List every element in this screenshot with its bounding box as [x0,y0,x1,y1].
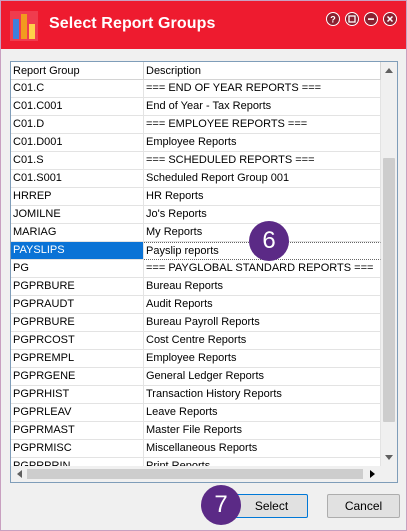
list-header: Report Group Description [11,62,381,80]
table-row[interactable]: PG === PAYGLOBAL STANDARD REPORTS === [11,260,381,278]
select-button[interactable]: Select [235,494,308,518]
horizontal-scroll-thumb[interactable] [27,469,363,479]
description-cell[interactable]: === END OF YEAR REPORTS === [144,80,381,98]
description-cell[interactable]: Cost Centre Reports [144,332,381,350]
description-cell[interactable]: Miscellaneous Reports [144,440,381,458]
description-cell[interactable]: === EMPLOYEE REPORTS === [144,116,381,134]
report-group-cell[interactable]: HRREP [11,188,144,206]
report-group-cell[interactable]: MARIAG [11,224,144,242]
step-7-callout: 7 [201,485,241,525]
report-group-cell[interactable]: C01.S [11,152,144,170]
report-group-cell[interactable]: PGPRAUDT [11,296,144,314]
bar-chart-icon [10,11,38,41]
table-row-selected[interactable]: PAYSLIPS Payslip reports [11,242,381,260]
description-cell[interactable]: Scheduled Report Group 001 [144,170,381,188]
table-row[interactable]: PGPRCOST Cost Centre Reports [11,332,381,350]
report-group-cell[interactable]: PG [11,260,144,278]
column-header-description[interactable]: Description [144,62,381,80]
report-group-cell[interactable]: PGPRPRIN [11,458,144,466]
table-row[interactable]: PGPREMPL Employee Reports [11,350,381,368]
report-group-cell[interactable]: PGPRMISC [11,440,144,458]
report-group-cell[interactable]: PGPREMPL [11,350,144,368]
step-6-callout: 6 [249,221,289,261]
report-group-cell[interactable]: C01.S001 [11,170,144,188]
description-cell[interactable]: HR Reports [144,188,381,206]
report-group-cell[interactable]: PGPRLEAV [11,404,144,422]
table-row[interactable]: C01.C === END OF YEAR REPORTS === [11,80,381,98]
select-report-groups-dialog: Select Report Groups ? Report Group Desc… [0,0,407,531]
report-group-cell[interactable]: PAYSLIPS [11,242,144,260]
table-row[interactable]: JOMILNE Jo's Reports [11,206,381,224]
report-group-cell[interactable]: C01.C001 [11,98,144,116]
minimize-icon[interactable] [364,12,378,26]
table-row[interactable]: PGPRHIST Transaction History Reports [11,386,381,404]
report-group-cell[interactable]: PGPRGENE [11,368,144,386]
close-icon[interactable] [383,12,397,26]
description-cell[interactable]: === SCHEDULED REPORTS === [144,152,381,170]
report-group-cell[interactable]: PGPRMAST [11,422,144,440]
description-cell[interactable]: End of Year - Tax Reports [144,98,381,116]
report-group-cell[interactable]: PGPRBURE [11,278,144,296]
description-cell[interactable]: Bureau Payroll Reports [144,314,381,332]
report-group-cell[interactable]: C01.D001 [11,134,144,152]
table-row[interactable]: C01.C001 End of Year - Tax Reports [11,98,381,116]
table-row[interactable]: MARIAG My Reports [11,224,381,242]
title-bar[interactable]: Select Report Groups ? [1,1,406,49]
table-row[interactable]: PGPRMISC Miscellaneous Reports [11,440,381,458]
scroll-left-icon[interactable] [11,466,27,482]
description-cell[interactable]: Transaction History Reports [144,386,381,404]
report-group-cell[interactable]: PGPRBURE [11,314,144,332]
report-group-list[interactable]: Report Group Description C01.C === END OF… [10,61,398,483]
scroll-up-icon[interactable] [381,62,397,78]
report-group-cell[interactable]: JOMILNE [11,206,144,224]
description-cell[interactable]: Bureau Reports [144,278,381,296]
vertical-scrollbar[interactable] [381,62,397,466]
list-rows: C01.C === END OF YEAR REPORTS === C01.C001… [11,80,381,466]
vertical-scroll-thumb[interactable] [383,158,395,422]
table-row[interactable]: C01.D === EMPLOYEE REPORTS === [11,116,381,134]
help-icon[interactable]: ? [326,12,340,26]
table-row[interactable]: C01.S === SCHEDULED REPORTS === [11,152,381,170]
description-cell[interactable]: Master File Reports [144,422,381,440]
scroll-down-icon[interactable] [381,450,397,466]
description-cell[interactable]: General Ledger Reports [144,368,381,386]
horizontal-scrollbar[interactable] [11,466,381,482]
description-cell[interactable]: Leave Reports [144,404,381,422]
description-cell[interactable]: Print Reports [144,458,381,466]
scroll-right-icon[interactable] [365,466,381,482]
table-row[interactable]: PGPRBURE Bureau Payroll Reports [11,314,381,332]
report-group-cell[interactable]: PGPRCOST [11,332,144,350]
table-row[interactable]: PGPRBURE Bureau Reports [11,278,381,296]
table-row[interactable]: PGPRPRIN Print Reports [11,458,381,466]
table-row[interactable]: C01.D001 Employee Reports [11,134,381,152]
report-group-cell[interactable]: C01.D [11,116,144,134]
scrollbar-corner [381,466,397,482]
table-row[interactable]: PGPRLEAV Leave Reports [11,404,381,422]
description-cell[interactable]: Employee Reports [144,350,381,368]
table-row[interactable]: PGPRMAST Master File Reports [11,422,381,440]
description-cell[interactable]: Employee Reports [144,134,381,152]
svg-text:?: ? [330,15,336,25]
table-row[interactable]: PGPRAUDT Audit Reports [11,296,381,314]
table-row[interactable]: C01.S001 Scheduled Report Group 001 [11,170,381,188]
table-row[interactable]: PGPRGENE General Ledger Reports [11,368,381,386]
description-cell[interactable]: Audit Reports [144,296,381,314]
description-cell[interactable]: === PAYGLOBAL STANDARD REPORTS === [144,260,381,278]
window-title: Select Report Groups [49,15,216,32]
table-row[interactable]: HRREP HR Reports [11,188,381,206]
restore-icon[interactable] [345,12,359,26]
cancel-button[interactable]: Cancel [327,494,400,518]
column-header-report-group[interactable]: Report Group [11,62,144,80]
report-group-cell[interactable]: PGPRHIST [11,386,144,404]
report-group-cell[interactable]: C01.C [11,80,144,98]
